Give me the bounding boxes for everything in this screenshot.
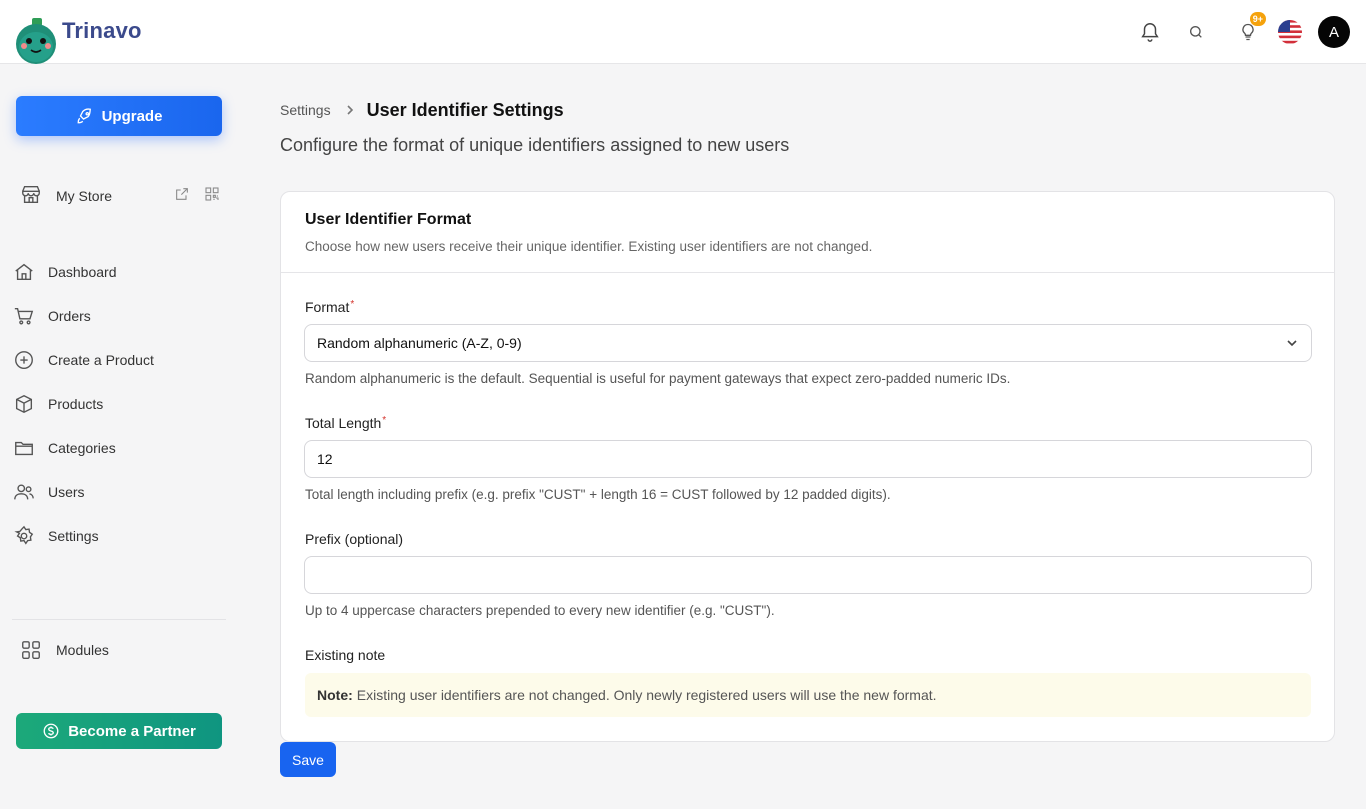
store-label: My Store: [56, 188, 113, 204]
mascot-icon: [14, 14, 58, 64]
chevron-down-icon: [1285, 336, 1299, 353]
prefix-label: Prefix (optional): [305, 531, 404, 547]
gear-icon: [12, 524, 36, 548]
sidebar-nav: Dashboard Orders Create a Product Produc…: [12, 250, 232, 558]
total-length-input[interactable]: 12: [304, 440, 1312, 478]
sidebar-item-modules[interactable]: Modules: [20, 638, 109, 662]
upgrade-button[interactable]: Upgrade: [16, 96, 222, 136]
format-label: Format*: [305, 299, 354, 315]
notification-badge: 9+: [1249, 12, 1266, 26]
page-title: User Identifier Settings: [366, 99, 564, 120]
lightbulb-icon[interactable]: 9+: [1232, 12, 1266, 48]
prefix-help: Up to 4 uppercase characters prepended t…: [305, 603, 775, 618]
modules-label: Modules: [56, 642, 109, 658]
length-label: Total Length*: [305, 415, 386, 431]
cart-icon: [12, 304, 36, 328]
logo[interactable]: Trinavo: [14, 14, 142, 64]
breadcrumb: Settings User Identifier Settings: [280, 98, 564, 122]
sidebar-item-label: Categories: [48, 440, 116, 456]
search-icon[interactable]: [1180, 16, 1212, 48]
length-label-text: Total Length: [305, 415, 382, 431]
existing-note-box: Note: Existing user identifiers are not …: [305, 673, 1311, 717]
my-store-row[interactable]: My Store: [20, 183, 220, 209]
page-subtitle: Configure the format of unique identifie…: [280, 135, 790, 155]
box-icon: [12, 392, 36, 416]
become-partner-button[interactable]: Become a Partner: [16, 713, 222, 749]
note-text: Existing user identifiers are not change…: [356, 687, 937, 703]
note-bold: Note:: [317, 687, 353, 703]
sidebar-item-label: Orders: [48, 308, 91, 324]
store-icon: [20, 183, 42, 210]
sidebar: Upgrade My Store Dashboard Orders Create…: [0, 65, 240, 809]
folder-icon: [12, 436, 36, 460]
top-bar: Trinavo 9+ A: [0, 0, 1366, 64]
breadcrumb-settings-link[interactable]: Settings: [280, 102, 331, 118]
sidebar-item-label: Users: [48, 484, 85, 500]
required-mark: *: [382, 415, 387, 426]
format-select-value: Random alphanumeric (A-Z, 0-9): [317, 335, 522, 351]
sidebar-item-label: Products: [48, 396, 104, 412]
existing-note-label: Existing note: [305, 647, 386, 663]
sidebar-item-dashboard[interactable]: Dashboard: [12, 250, 232, 294]
sidebar-item-create-product[interactable]: Create a Product: [12, 338, 232, 382]
bell-icon[interactable]: [1134, 16, 1166, 48]
card-description: Choose how new users receive their uniqu…: [305, 239, 873, 254]
prefix-input[interactable]: [304, 556, 1312, 594]
partner-label: Become a Partner: [68, 722, 196, 740]
format-select[interactable]: Random alphanumeric (A-Z, 0-9): [304, 324, 1312, 362]
us-flag-icon[interactable]: [1278, 20, 1302, 44]
qr-code-icon[interactable]: [204, 186, 220, 207]
sidebar-item-categories[interactable]: Categories: [12, 426, 232, 470]
home-icon: [12, 260, 36, 284]
format-label-text: Format: [305, 299, 350, 315]
sidebar-item-orders[interactable]: Orders: [12, 294, 232, 338]
sidebar-divider: [12, 619, 226, 620]
sidebar-item-label: Dashboard: [48, 264, 117, 280]
sidebar-item-settings[interactable]: Settings: [12, 514, 232, 558]
users-icon: [12, 480, 36, 504]
length-help: Total length including prefix (e.g. pref…: [305, 487, 891, 502]
required-mark: *: [350, 299, 355, 310]
dollar-icon: [43, 723, 59, 739]
sidebar-item-label: Create a Product: [48, 352, 154, 368]
sidebar-item-label: Settings: [48, 528, 99, 544]
identifier-format-card: User Identifier Format Choose how new us…: [280, 191, 1335, 742]
card-title: User Identifier Format: [305, 211, 472, 228]
upgrade-label: Upgrade: [101, 107, 163, 125]
sidebar-item-users[interactable]: Users: [12, 470, 232, 514]
save-button[interactable]: Save: [280, 742, 336, 777]
plus-circle-icon: [12, 348, 36, 372]
sidebar-item-products[interactable]: Products: [12, 382, 232, 426]
chevron-right-icon: [345, 104, 355, 116]
rocket-icon: [77, 108, 91, 124]
grid-icon: [20, 639, 42, 661]
format-help: Random alphanumeric is the default. Sequ…: [305, 371, 1011, 386]
card-header: User Identifier Format Choose how new us…: [281, 192, 1334, 273]
avatar[interactable]: A: [1318, 16, 1350, 48]
external-link-icon[interactable]: [174, 186, 190, 207]
app-name: Trinavo: [62, 18, 142, 43]
total-length-value: 12: [317, 451, 333, 467]
